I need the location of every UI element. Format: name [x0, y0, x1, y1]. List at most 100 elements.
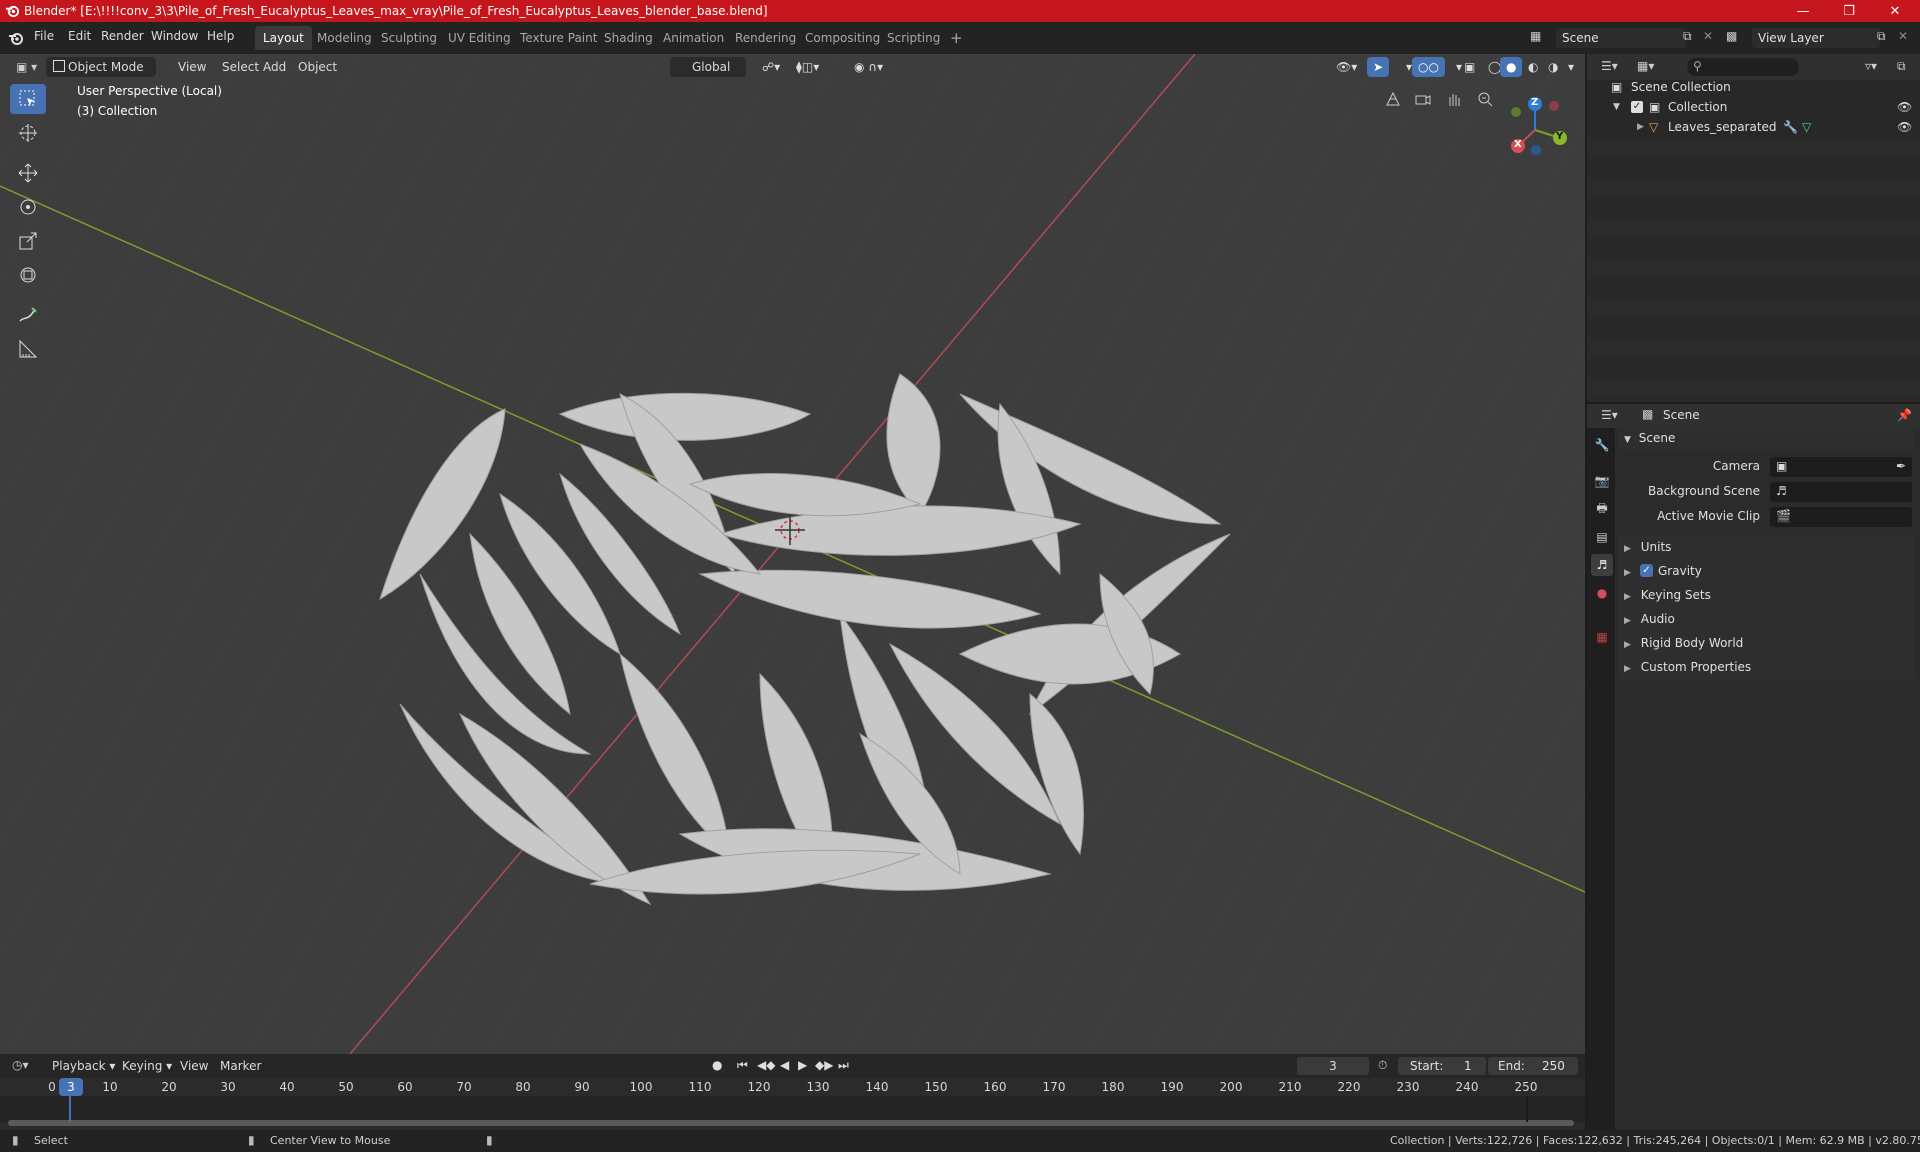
restore-button[interactable]: ❐: [1826, 0, 1872, 22]
rigid-body-world-panel-header[interactable]: ▶ Rigid Body World: [1618, 631, 1914, 655]
timeline-scrollbar[interactable]: [8, 1120, 1574, 1126]
texture-tab-icon[interactable]: ▦: [1591, 626, 1613, 648]
shading-options-icon[interactable]: ▾: [1562, 57, 1580, 77]
start-frame-field[interactable]: Start: 1: [1398, 1057, 1486, 1075]
menu-edit[interactable]: Edit: [68, 29, 91, 43]
jump-start-button[interactable]: ⏮: [737, 1058, 748, 1073]
properties-editor-type-icon[interactable]: ☰▾: [1601, 408, 1618, 422]
camera-field[interactable]: ▣ ✒: [1770, 457, 1912, 477]
pin-icon[interactable]: 📌: [1897, 408, 1912, 422]
filter-icon[interactable]: ▿▾: [1865, 59, 1877, 73]
pivot-point-icon[interactable]: ☍▾: [756, 57, 786, 77]
proportional-edit-icon[interactable]: ◉ ∩▾: [848, 57, 889, 77]
new-view-layer-icon[interactable]: ⧉: [1877, 29, 1886, 44]
outliner-row-collection[interactable]: ▼ ✓ ▣ Collection 👁: [1587, 97, 1920, 117]
solid-shading-icon[interactable]: ●: [1500, 57, 1523, 77]
blender-menu-icon[interactable]: [8, 30, 24, 46]
play-reverse-button[interactable]: ◀: [780, 1058, 789, 1072]
menu-object[interactable]: Object: [292, 57, 343, 77]
snap-icon[interactable]: ⧫◫▾: [790, 57, 825, 77]
end-frame-field[interactable]: End: 250: [1488, 1057, 1578, 1075]
record-button[interactable]: ●: [712, 1058, 722, 1072]
audio-panel-header[interactable]: ▶ Audio: [1618, 607, 1914, 631]
delete-scene-icon[interactable]: ✕: [1703, 29, 1713, 43]
menu-file[interactable]: File: [34, 29, 54, 43]
keying-sets-panel-header[interactable]: ▶ Keying Sets: [1618, 583, 1914, 607]
preview-range-icon[interactable]: ⏱: [1378, 1058, 1387, 1073]
playback-menu[interactable]: Playback ▾: [46, 1056, 121, 1076]
scene-selector-icon[interactable]: ▦: [1530, 29, 1550, 47]
annotate-tool[interactable]: [10, 300, 46, 330]
current-frame-field[interactable]: 3: [1297, 1057, 1369, 1075]
delete-view-layer-icon[interactable]: ✕: [1898, 29, 1908, 43]
prev-keyframe-button[interactable]: ◀◆: [757, 1058, 775, 1072]
visibility-icon[interactable]: 👁▾: [1330, 57, 1363, 77]
menu-add[interactable]: Add: [257, 57, 292, 77]
units-panel-header[interactable]: ▶ Units: [1618, 535, 1914, 559]
next-keyframe-button[interactable]: ◆▶: [815, 1058, 833, 1072]
select-box-tool[interactable]: [10, 84, 46, 114]
measure-tool[interactable]: [10, 334, 46, 364]
outliner-row-scene-collection[interactable]: ▣ Scene Collection: [1587, 77, 1920, 97]
view-layer-tab-icon[interactable]: ▤: [1591, 526, 1613, 548]
scene-tab-icon[interactable]: ♬: [1591, 554, 1613, 576]
tool-tab-icon[interactable]: 🔧: [1591, 434, 1613, 456]
object-visibility-icon[interactable]: 👁: [1897, 117, 1912, 137]
tab-shading[interactable]: Shading: [596, 26, 661, 50]
transform-orientation-dropdown[interactable]: Global: [670, 57, 746, 77]
gravity-checkbox[interactable]: ✓: [1640, 564, 1653, 577]
custom-properties-panel-header[interactable]: ▶ Custom Properties: [1618, 655, 1914, 679]
new-scene-icon[interactable]: ⧉: [1683, 29, 1692, 44]
eyedropper-icon[interactable]: ✒: [1896, 459, 1906, 473]
tab-compositing[interactable]: Compositing: [797, 26, 888, 50]
background-scene-field[interactable]: ♬: [1770, 482, 1912, 502]
menu-window[interactable]: Window: [151, 29, 198, 43]
marker-menu[interactable]: Marker: [214, 1056, 267, 1076]
menu-help[interactable]: Help: [207, 29, 234, 43]
minimize-button[interactable]: —: [1780, 0, 1826, 22]
tab-texture-paint[interactable]: Texture Paint: [512, 26, 605, 50]
add-workspace-button[interactable]: +: [942, 26, 971, 50]
gizmo-toggle-icon[interactable]: ➤: [1367, 57, 1390, 77]
xray-toggle-icon[interactable]: ▣: [1458, 57, 1481, 77]
tab-uv-editing[interactable]: UV Editing: [440, 26, 519, 50]
tab-sculpting[interactable]: Sculpting: [373, 26, 445, 50]
view-layer-field[interactable]: View Layer: [1752, 28, 1880, 48]
active-movie-clip-field[interactable]: 🎬: [1770, 507, 1912, 527]
scene-panel-header[interactable]: ▼ Scene: [1618, 426, 1914, 450]
pan-view-icon[interactable]: [1440, 85, 1468, 113]
gravity-panel-header[interactable]: ▶ ✓ Gravity: [1618, 559, 1914, 583]
jump-end-button[interactable]: ⏭: [838, 1058, 849, 1073]
tab-scripting[interactable]: Scripting: [879, 26, 948, 50]
editor-type-icon[interactable]: ▣ ▾: [10, 57, 43, 77]
expand-collection-icon[interactable]: ▼: [1613, 97, 1620, 117]
overlays-toggle-icon[interactable]: ○○: [1412, 57, 1445, 77]
camera-view-icon[interactable]: [1409, 85, 1437, 113]
collection-visibility-icon[interactable]: 👁: [1897, 97, 1912, 117]
move-tool[interactable]: [10, 158, 46, 188]
scale-tool[interactable]: [10, 226, 46, 256]
outliner-search-input[interactable]: ⚲: [1687, 58, 1799, 76]
tab-rendering[interactable]: Rendering: [727, 26, 804, 50]
timeline-editor-type-icon[interactable]: ◷▾: [12, 1058, 29, 1072]
outliner-editor-type-icon[interactable]: ☰▾: [1601, 59, 1618, 73]
close-window-button[interactable]: ✕: [1872, 0, 1918, 22]
view-layer-icon[interactable]: ▩: [1726, 29, 1737, 43]
navigation-gizmo[interactable]: Z Y X: [1500, 90, 1580, 170]
menu-render[interactable]: Render: [101, 29, 144, 43]
playhead-frame-badge[interactable]: 3: [59, 1078, 83, 1096]
modifier-icon[interactable]: 🔧: [1783, 117, 1798, 137]
menu-view[interactable]: View: [172, 57, 212, 77]
cursor-tool[interactable]: [10, 118, 46, 148]
tab-animation[interactable]: Animation: [655, 26, 732, 50]
world-tab-icon[interactable]: ●: [1591, 582, 1613, 604]
mesh-data-icon[interactable]: ▽: [1802, 117, 1811, 137]
render-tab-icon[interactable]: 📷: [1591, 470, 1613, 492]
timeline-view-menu[interactable]: View: [174, 1056, 214, 1076]
zoom-view-icon[interactable]: [1471, 85, 1499, 113]
scene-name-field[interactable]: Scene: [1556, 28, 1686, 48]
toggle-ortho-icon[interactable]: [1379, 85, 1407, 113]
transform-tool[interactable]: [10, 260, 46, 290]
output-tab-icon[interactable]: 🖶: [1591, 498, 1613, 520]
tab-layout[interactable]: Layout: [255, 26, 312, 50]
